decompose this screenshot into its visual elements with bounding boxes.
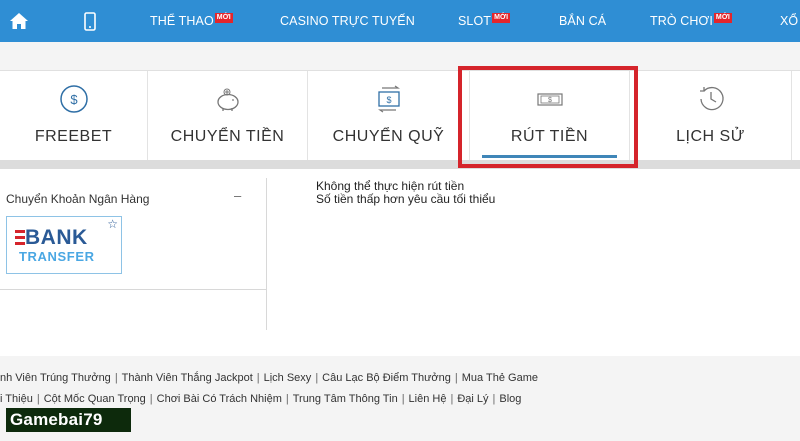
footer-links-row-1: nh Viên Trúng Thưởng | Thành Viên Thắng Ja… (0, 372, 538, 384)
svg-text:$: $ (386, 95, 391, 105)
footer-link[interactable]: Thành Viên Thắng Jackpot (122, 372, 253, 384)
new-badge: MỚI (214, 13, 233, 23)
separator: | (36, 393, 40, 405)
history-clock-icon (699, 86, 724, 111)
footer-link[interactable]: i Thiệu (0, 393, 33, 405)
spacer (0, 42, 800, 70)
nav-item-xo[interactable]: XỔ (780, 14, 798, 28)
separator: | (315, 372, 319, 384)
bank-stripes-icon (15, 230, 25, 245)
footer-link[interactable]: Lịch Sexy (264, 372, 312, 384)
bank-word: BANK (25, 226, 88, 249)
nav-item-label: BẮN CÁ (559, 14, 607, 28)
nav-item-slot[interactable]: SLOT MỚI (458, 13, 511, 28)
separator: | (256, 372, 260, 384)
nav-item-tro-choi[interactable]: TRÒ CHƠI MỚI (650, 13, 732, 28)
transfer-funds-icon: $ (377, 85, 400, 113)
collapse-button[interactable]: – (234, 188, 241, 203)
separator: | (401, 393, 405, 405)
home-icon[interactable] (9, 12, 29, 30)
footer-link[interactable]: Cột Mốc Quan Trọng (44, 393, 146, 405)
watermark-logo: Gamebai79 (6, 408, 131, 432)
tile-label: FREEBET (34, 128, 113, 145)
footer-link[interactable]: Blog (499, 393, 521, 405)
nav-item-label: XỔ (780, 14, 799, 28)
footer-link[interactable]: nh Viên Trúng Thưởng (0, 372, 111, 384)
transfer-word: TRANSFER (19, 249, 95, 264)
piggy-bank-icon (216, 88, 239, 111)
message-line: Số tiền thấp hơn yêu cầu tối thiểu (316, 192, 496, 206)
payment-method-title: Chuyển Khoản Ngân Hàng (6, 192, 150, 206)
tile-chuyen-tien[interactable]: CHUYỂN TIỀN (148, 71, 308, 161)
footer-links-row-2: i Thiệu | Cột Mốc Quan Trọng | Chơi Bài Có T… (0, 393, 521, 405)
footer-link[interactable]: Đại Lý (457, 393, 488, 405)
nav-item-the-thao[interactable]: THỂ THAO MỚI (150, 13, 233, 28)
nav-item-label: CASINO TRỰC TUYẾN (280, 14, 415, 28)
footer-link[interactable]: Câu Lạc Bộ Điểm Thưởng (322, 372, 451, 384)
new-badge: MỚI (492, 13, 511, 23)
tile-chuyen-quy[interactable]: $ CHUYỂN QUỸ (308, 71, 470, 161)
nav-item-label: THỂ THAO (150, 14, 214, 28)
account-actions: $ FREEBET CHUYỂN TIỀN $ CHUYỂN QUỸ $ RÚT… (0, 70, 800, 161)
dollar-coin-icon: $ (59, 85, 88, 113)
tile-label: CHUYỂN QUỸ (332, 128, 445, 145)
separator: | (149, 393, 153, 405)
separator: | (285, 393, 289, 405)
footer-link[interactable]: Mua Thẻ Game (462, 372, 538, 384)
footer-link[interactable]: Chơi Bài Có Trách Nhiệm (157, 393, 282, 405)
highlight-frame (458, 66, 638, 168)
new-badge: MỚI (713, 13, 732, 23)
top-nav: THỂ THAO MỚI CASINO TRỰC TUYẾN SLOT MỚI BẮ… (0, 0, 800, 42)
tile-label: LỊCH SỬ (676, 128, 745, 145)
tile-lich-su[interactable]: LỊCH SỬ (630, 71, 792, 161)
nav-item-casino[interactable]: CASINO TRỰC TUYẾN (280, 14, 415, 28)
tile-freebet[interactable]: $ FREEBET (0, 71, 148, 161)
nav-item-ban-ca[interactable]: BẮN CÁ (559, 14, 606, 28)
separator: | (450, 393, 454, 405)
nav-item-label: TRÒ CHƠI (650, 14, 713, 28)
bank-transfer-option[interactable]: BANK TRANSFER ☆ (6, 216, 122, 274)
payment-method-panel: Chuyển Khoản Ngân Hàng – BANK TRANSFER ☆ (0, 178, 266, 290)
tiles-divider (0, 160, 800, 169)
separator: | (114, 372, 118, 384)
withdraw-message: Không thể thực hiện rút tiền Số tiền thấ… (316, 180, 495, 206)
svg-text:$: $ (70, 92, 78, 107)
separator: | (492, 393, 496, 405)
favorite-star-icon[interactable]: ☆ (107, 217, 118, 231)
nav-item-label: SLOT (458, 14, 492, 28)
tile-label: CHUYỂN TIỀN (170, 128, 285, 145)
panel-divider (266, 178, 267, 330)
separator: | (454, 372, 458, 384)
footer-link[interactable]: Liên Hệ (409, 393, 447, 405)
footer-link[interactable]: Trung Tâm Thông Tin (293, 393, 398, 405)
mobile-phone-icon[interactable] (84, 12, 96, 31)
